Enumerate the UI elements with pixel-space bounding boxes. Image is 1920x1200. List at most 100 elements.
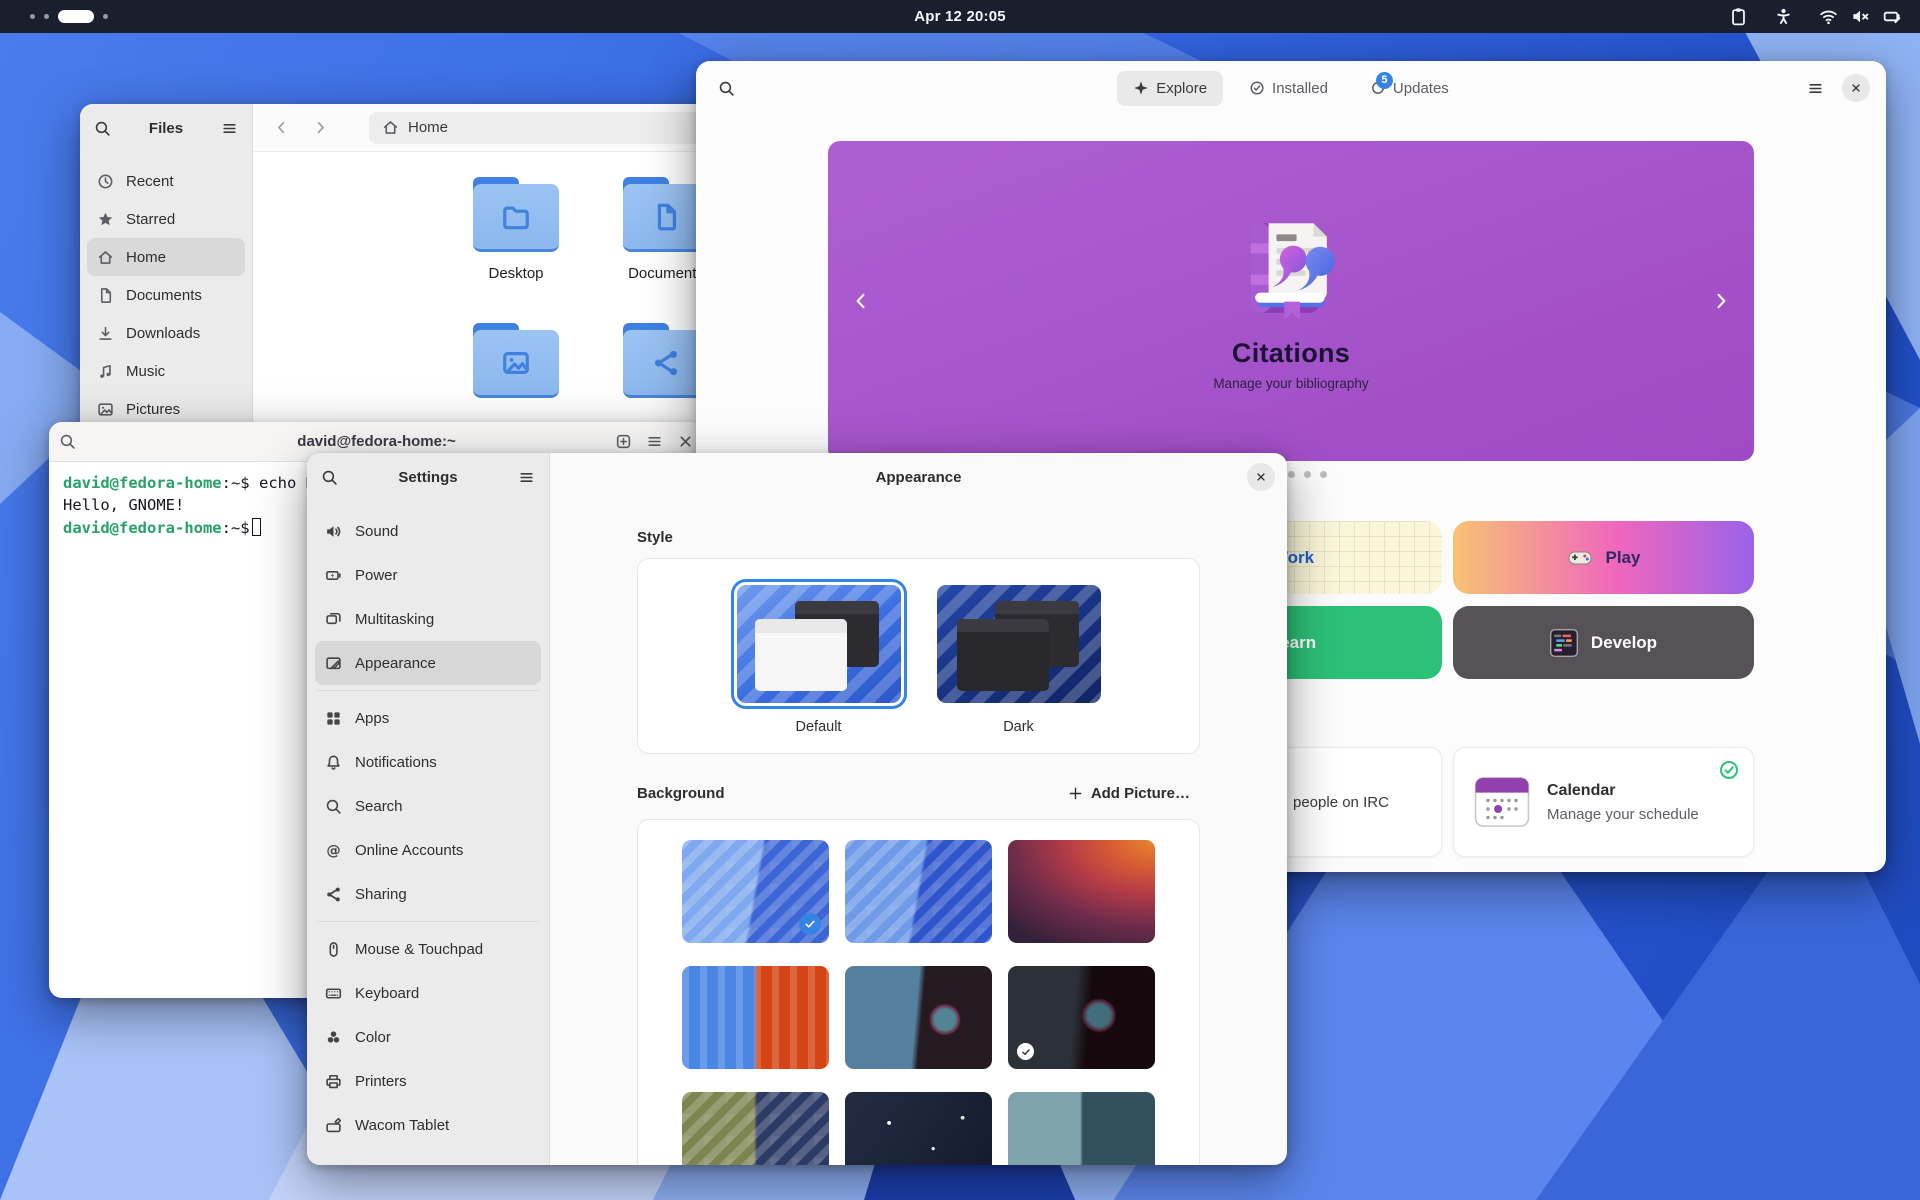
settings-item-label: Keyboard	[355, 985, 419, 1002]
sidebar-item-label: Home	[126, 249, 166, 266]
folder-icon	[501, 202, 531, 232]
settings-item-search[interactable]: Search	[315, 784, 541, 828]
sidebar-item-downloads[interactable]: Downloads	[87, 314, 245, 352]
close-button[interactable]	[1842, 74, 1870, 102]
sidebar-item-starred[interactable]: Starred	[87, 200, 245, 238]
banner-previous-icon[interactable]	[850, 290, 872, 312]
wallpaper-thumbnail[interactable]	[1008, 840, 1155, 943]
settings-item-label: Sharing	[355, 886, 407, 903]
sparkle-icon	[1133, 80, 1149, 96]
category-play[interactable]: Play	[1453, 521, 1754, 594]
document-icon	[97, 287, 114, 304]
settings-item-label: Apps	[355, 710, 389, 727]
settings-item-label: Color	[355, 1029, 391, 1046]
terminal-title: david@fedora-home:~	[49, 433, 704, 450]
category-label: Play	[1606, 548, 1641, 568]
clock-menu[interactable]: Apr 12 20:05	[0, 8, 1920, 25]
search-icon[interactable]	[321, 469, 338, 486]
wallpaper-thumbnail[interactable]	[845, 1092, 992, 1165]
sidebar-item-music[interactable]: Music	[87, 352, 245, 390]
settings-item-keyboard[interactable]: Keyboard	[315, 971, 541, 1015]
settings-item-power[interactable]: Power	[315, 553, 541, 597]
hamburger-menu-icon[interactable]	[1807, 80, 1824, 97]
software-header-bar: Explore Installed Updates 5	[696, 61, 1886, 115]
style-preview-dark	[937, 585, 1101, 703]
installed-check-icon	[1718, 759, 1740, 781]
speaker-icon	[325, 523, 342, 540]
sidebar-item-label: Starred	[126, 211, 175, 228]
settings-item-label: Wacom Tablet	[355, 1117, 449, 1134]
carousel-dot[interactable]	[1320, 471, 1327, 478]
system-status-area[interactable]	[1819, 7, 1902, 26]
hamburger-menu-icon[interactable]	[646, 433, 663, 450]
settings-item-sharing[interactable]: Sharing	[315, 872, 541, 916]
style-option-dark[interactable]: Dark	[931, 579, 1107, 735]
sidebar-item-label: Documents	[126, 287, 202, 304]
settings-item-appearance[interactable]: Appearance	[315, 641, 541, 685]
music-icon	[97, 363, 114, 380]
path-bar-label: Home	[408, 119, 448, 136]
add-picture-label: Add Picture…	[1091, 785, 1190, 802]
wifi-icon	[1819, 7, 1838, 26]
wallpaper-thumbnail[interactable]	[682, 1092, 829, 1165]
calendar-icon	[1474, 774, 1530, 830]
settings-item-sound[interactable]: Sound	[315, 509, 541, 553]
search-icon[interactable]	[94, 120, 111, 137]
hamburger-menu-icon[interactable]	[221, 120, 238, 137]
terminal-cursor	[252, 518, 261, 536]
add-picture-button[interactable]: Add Picture…	[1058, 780, 1200, 807]
tablet-icon	[325, 1117, 342, 1134]
category-develop[interactable]: Develop	[1453, 606, 1754, 679]
settings-window-title: Settings	[338, 469, 518, 486]
settings-item-wacom[interactable]: Wacom Tablet	[315, 1103, 541, 1147]
settings-item-color[interactable]: Color	[315, 1015, 541, 1059]
tab-installed[interactable]: Installed	[1233, 71, 1344, 106]
settings-item-label: Printers	[355, 1073, 407, 1090]
settings-item-printers[interactable]: Printers	[315, 1059, 541, 1103]
back-button[interactable]	[273, 119, 290, 136]
wallpaper-thumbnail[interactable]	[1008, 966, 1155, 1069]
wallpaper-thumbnail[interactable]	[845, 966, 992, 1069]
settings-item-apps[interactable]: Apps	[315, 696, 541, 740]
carousel-dot[interactable]	[1304, 471, 1311, 478]
close-icon[interactable]	[677, 433, 694, 450]
wallpaper-thumbnail[interactable]	[682, 966, 829, 1069]
wallpaper-thumbnail[interactable]	[1008, 1092, 1155, 1165]
folder-desktop[interactable]: Desktop	[446, 184, 586, 282]
folder-label: Desktop	[446, 265, 586, 282]
folder-pictures[interactable]	[446, 330, 586, 411]
download-icon	[97, 325, 114, 342]
sidebar-item-recent[interactable]: Recent	[87, 162, 245, 200]
tab-updates[interactable]: Updates 5	[1354, 71, 1465, 106]
files-sidebar-header: Files	[80, 104, 252, 152]
forward-button[interactable]	[312, 119, 329, 136]
featured-app-banner[interactable]: Citations Manage your bibliography	[828, 141, 1754, 461]
style-option-default[interactable]: Default	[731, 579, 907, 735]
settings-item-online-accounts[interactable]: Online Accounts	[315, 828, 541, 872]
banner-app-subtitle: Manage your bibliography	[1213, 376, 1368, 391]
accessibility-icon[interactable]	[1774, 7, 1793, 26]
wallpaper-thumbnail[interactable]	[845, 840, 992, 943]
carousel-dot[interactable]	[1288, 471, 1295, 478]
terminal-app-icon	[1550, 629, 1578, 657]
wallpaper-thumbnail-selected[interactable]	[682, 840, 829, 943]
search-icon[interactable]	[59, 433, 76, 450]
banner-next-icon[interactable]	[1710, 290, 1732, 312]
settings-item-label: Power	[355, 567, 398, 584]
sidebar-item-label: Downloads	[126, 325, 200, 342]
close-button[interactable]	[1247, 463, 1275, 491]
sidebar-item-home[interactable]: Home	[87, 238, 245, 276]
tab-explore[interactable]: Explore	[1117, 71, 1223, 106]
style-option-label: Default	[731, 719, 907, 735]
app-card-subtitle: Manage your schedule	[1547, 806, 1699, 823]
settings-item-multitasking[interactable]: Multitasking	[315, 597, 541, 641]
clipboard-icon[interactable]	[1729, 7, 1748, 26]
settings-item-notifications[interactable]: Notifications	[315, 740, 541, 784]
app-card-calendar[interactable]: Calendar Manage your schedule	[1453, 747, 1754, 857]
settings-item-mouse[interactable]: Mouse & Touchpad	[315, 927, 541, 971]
hamburger-menu-icon[interactable]	[518, 469, 535, 486]
sidebar-item-documents[interactable]: Documents	[87, 276, 245, 314]
new-tab-icon[interactable]	[615, 433, 632, 450]
settings-item-label: Multitasking	[355, 611, 434, 628]
sidebar-divider	[317, 690, 539, 691]
